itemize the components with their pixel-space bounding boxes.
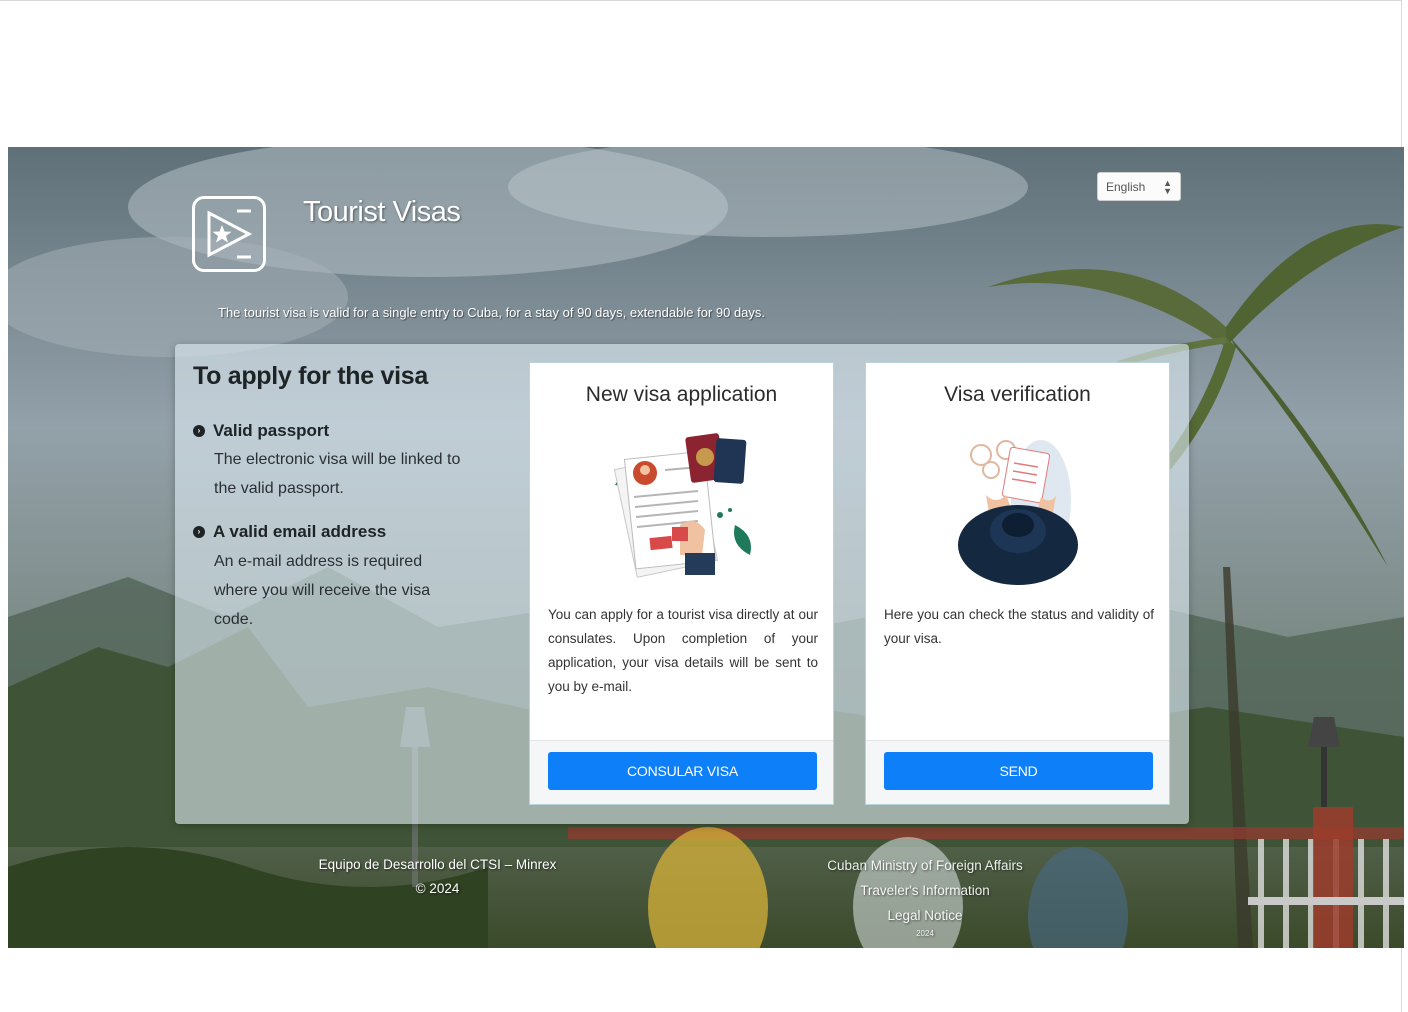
visa-verification-card: Visa verification Here you can check the… (865, 362, 1170, 805)
footer-copyright: © 2024 (415, 881, 460, 896)
footer-legal-notice-link[interactable]: Legal Notice (795, 903, 1055, 928)
footer-year: 2024 (916, 929, 934, 938)
bullet-icon: › (193, 526, 205, 538)
requirement-passport-desc: The electronic visa will be linked to th… (214, 445, 460, 503)
language-select[interactable]: English ▲ ▼ (1097, 172, 1181, 201)
requirement-passport-desc-line: the valid passport. (214, 480, 344, 497)
consular-visa-button[interactable]: CONSULAR VISA (548, 752, 817, 790)
requirement-email-label: A valid email address (213, 522, 387, 541)
new-visa-card-title: New visa application (585, 383, 778, 406)
requirements-title: To apply for the visa (193, 362, 428, 390)
send-button[interactable]: SEND (884, 752, 1153, 790)
footer-traveler-info-link[interactable]: Traveler's Information (795, 878, 1055, 903)
passport-application-illustration (530, 425, 833, 585)
visa-verification-card-footer: SEND (866, 740, 1169, 804)
new-visa-card: New visa application You can apply for a… (529, 362, 834, 805)
visa-verification-card-text: Here you can check the status and validi… (884, 607, 1154, 646)
requirement-email-desc-line: where you will receive the visa (214, 582, 431, 599)
requirement-passport-title: › Valid passport (193, 421, 329, 441)
requirement-email-desc-line: An e-mail address is required (214, 553, 423, 570)
requirement-passport-label: Valid passport (213, 421, 330, 440)
footer-ministry-link[interactable]: Cuban Ministry of Foreign Affairs (795, 853, 1055, 878)
select-arrows-icon: ▲ ▼ (1163, 178, 1172, 196)
bullet-icon: › (193, 425, 205, 437)
requirement-passport-desc-line: The electronic visa will be linked to (214, 451, 461, 468)
requirement-email-desc: An e-mail address is required where you … (214, 547, 430, 634)
star-play-icon (207, 209, 253, 259)
new-visa-card-footer: CONSULAR VISA (530, 740, 833, 804)
visa-check-illustration (866, 425, 1169, 585)
footer-team-text: Equipo de Desarrollo del CTSI – Minrex (318, 857, 557, 872)
language-select-value: English (1106, 179, 1146, 194)
visa-validity-subtitle: The tourist visa is valid for a single e… (218, 305, 766, 320)
footer-credits: Equipo de Desarrollo del CTSI – Minrex ©… (300, 853, 575, 901)
visa-verification-card-title: Visa verification (944, 383, 1091, 406)
requirement-email-desc-line: code. (214, 611, 254, 628)
requirement-email-title: › A valid email address (193, 522, 386, 542)
site-title: Tourist Visas (303, 196, 461, 228)
footer-links: Cuban Ministry of Foreign Affairs Travel… (795, 853, 1055, 940)
site-logo (192, 196, 266, 272)
new-visa-card-text: You can apply for a tourist visa directl… (548, 607, 818, 694)
